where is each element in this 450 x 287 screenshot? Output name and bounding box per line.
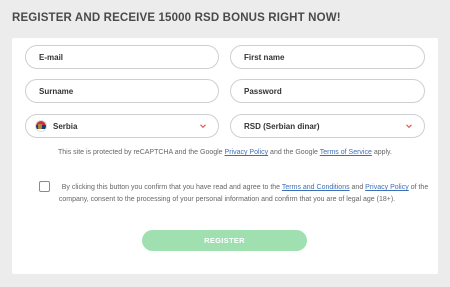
- consent-privacy-policy-link[interactable]: Privacy Policy: [365, 184, 409, 191]
- password-field[interactable]: Password: [230, 79, 425, 103]
- surname-field[interactable]: Surname: [25, 79, 219, 103]
- country-select[interactable]: Serbia: [25, 114, 219, 138]
- consent-part1: By clicking this button you confirm that…: [61, 184, 282, 191]
- chevron-down-icon: [406, 124, 412, 129]
- recaptcha-suffix: apply.: [371, 149, 392, 156]
- first-name-field[interactable]: First name: [230, 45, 425, 69]
- privacy-policy-link[interactable]: Privacy Policy: [225, 149, 269, 156]
- consent-text: By clicking this button you confirm that…: [24, 182, 430, 205]
- currency-select[interactable]: RSD (Serbian dinar): [230, 114, 425, 138]
- consent-and: and: [349, 184, 366, 191]
- terms-of-service-link[interactable]: Terms of Service: [320, 149, 372, 156]
- page-title: REGISTER AND RECEIVE 15000 RSD BONUS RIG…: [12, 12, 341, 24]
- email-field[interactable]: E-mail: [25, 45, 219, 69]
- recaptcha-and: and the Google: [268, 149, 320, 156]
- recaptcha-notice: This site is protected by reCAPTCHA and …: [12, 149, 438, 156]
- country-value: Serbia: [53, 121, 78, 131]
- first-name-placeholder: First name: [244, 52, 285, 62]
- password-placeholder: Password: [244, 86, 282, 96]
- currency-value: RSD (Serbian dinar): [244, 121, 320, 131]
- recaptcha-prefix: This site is protected by reCAPTCHA and …: [58, 149, 225, 156]
- chevron-down-icon: [200, 124, 206, 129]
- surname-placeholder: Surname: [39, 86, 74, 96]
- serbia-flag-icon: [35, 120, 47, 132]
- register-button[interactable]: REGISTER: [142, 230, 307, 251]
- terms-and-conditions-link[interactable]: Terms and Conditions: [282, 184, 350, 191]
- registration-form: E-mail First name Surname Password Serbi…: [12, 38, 438, 274]
- email-placeholder: E-mail: [39, 52, 64, 62]
